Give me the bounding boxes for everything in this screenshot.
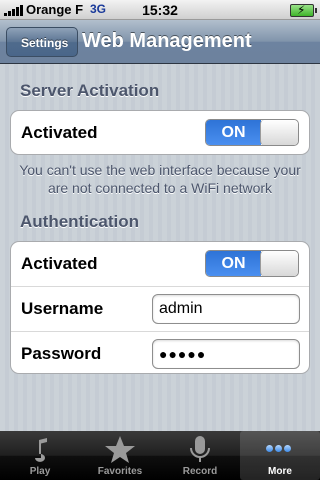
auth-activated-row: Activated ON	[11, 242, 309, 286]
username-row: Username admin	[11, 286, 309, 331]
tab-label-more: More	[268, 466, 292, 477]
tab-bar: Play Favorites Record More	[0, 431, 320, 480]
password-field[interactable]: ●●●●●	[152, 339, 300, 369]
username-field[interactable]: admin	[152, 294, 300, 324]
charging-bolt-icon: ⚡	[297, 3, 306, 17]
auth-activated-switch[interactable]: ON	[205, 250, 299, 277]
back-button-label: Settings	[21, 36, 69, 50]
tab-label-play: Play	[29, 466, 51, 477]
switch-knob	[260, 120, 298, 145]
username-label: Username	[21, 299, 104, 318]
tab-label-favorites: Favorites	[97, 466, 143, 477]
clock: 15:32	[142, 2, 178, 18]
server-activation-group: Activated ON	[10, 110, 310, 155]
wifi-warning-note: You can't use the web interface because …	[19, 162, 301, 196]
battery-icon: ⚡	[290, 3, 317, 17]
note-icon	[35, 438, 47, 462]
switch-on-label: ON	[206, 120, 261, 145]
password-row: Password ●●●●●	[11, 331, 309, 373]
back-button[interactable]: Settings	[6, 27, 79, 57]
tab-record[interactable]: Record	[160, 431, 240, 480]
tab-more[interactable]: More	[240, 431, 320, 480]
page-title: Web Management	[82, 30, 252, 52]
authentication-group: Activated ON Username admin Password ●●●…	[10, 241, 310, 374]
more-icon	[265, 444, 292, 455]
server-activated-row: Activated ON	[11, 111, 309, 154]
switch-knob	[260, 251, 298, 276]
password-label: Password	[21, 344, 102, 363]
navigation-bar: Settings Web Management	[0, 20, 320, 64]
auth-activated-label: Activated	[21, 254, 98, 273]
status-bar: Orange F 3G 15:32 ⚡	[0, 0, 320, 20]
star-icon	[105, 436, 135, 463]
tab-favorites[interactable]: Favorites	[80, 431, 160, 480]
tab-play[interactable]: Play	[0, 431, 80, 480]
page-background	[0, 0, 320, 480]
server-activated-switch[interactable]: ON	[205, 119, 299, 146]
section-header-server-activation: Server Activation	[20, 81, 160, 100]
switch-on-label: ON	[206, 251, 261, 276]
section-header-authentication: Authentication	[20, 212, 139, 231]
microphone-icon	[190, 436, 210, 462]
server-activated-label: Activated	[21, 123, 98, 142]
tab-label-record: Record	[182, 466, 218, 477]
